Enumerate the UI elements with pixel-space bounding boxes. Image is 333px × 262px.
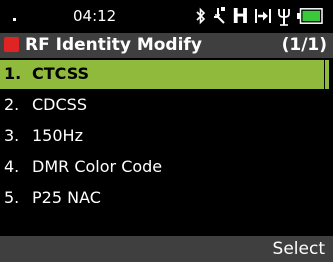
menu-item-150hz[interactable]: 3. 150Hz: [0, 122, 324, 151]
menu-item-number: 2.: [4, 95, 20, 114]
status-time: 04:12: [73, 7, 117, 25]
menu-item-label: 150Hz: [32, 126, 83, 145]
menu-list: 1. CTCSS 2. CDCSS 3. 150Hz 4. DMR Color …: [0, 60, 333, 230]
select-softkey[interactable]: Select: [273, 238, 325, 260]
battery-icon: [296, 8, 323, 24]
page-indicator: (1/1): [281, 35, 327, 55]
gps-icon: [214, 7, 225, 24]
menu-item-cdcss[interactable]: 2. CDCSS: [0, 91, 324, 120]
antenna-icon: [277, 9, 290, 26]
menu-item-number: 3.: [4, 126, 20, 145]
menu-item-number: 5.: [4, 188, 20, 207]
status-icons: H: [196, 4, 323, 28]
menu-item-label: CDCSS: [32, 95, 87, 114]
signal-dot-icon: [13, 18, 16, 21]
softkey-bar: Select: [0, 236, 333, 262]
status-bar: 04:12 H: [0, 0, 333, 33]
title-marker-icon: [4, 37, 19, 52]
list-scrollbar[interactable]: [325, 60, 329, 89]
page-title: RF Identity Modify: [25, 35, 202, 55]
menu-item-label: DMR Color Code: [32, 157, 163, 176]
menu-item-label: P25 NAC: [32, 188, 101, 207]
menu-item-dmr-color-code[interactable]: 4. DMR Color Code: [0, 153, 324, 182]
menu-item-number: 4.: [4, 157, 20, 176]
menu-item-label: CTCSS: [32, 64, 90, 83]
menu-item-number: 1.: [4, 64, 22, 83]
transfer-icon: [254, 9, 271, 23]
radio-screen: 04:12 H RF Identity Modify (1/1) 1. CTCS…: [0, 0, 333, 262]
title-bar: RF Identity Modify (1/1): [0, 33, 333, 58]
menu-item-p25-nac[interactable]: 5. P25 NAC: [0, 184, 324, 213]
h-mode-icon: H: [232, 4, 249, 28]
menu-item-ctcss[interactable]: 1. CTCSS: [0, 60, 324, 89]
bluetooth-icon: [196, 7, 206, 25]
